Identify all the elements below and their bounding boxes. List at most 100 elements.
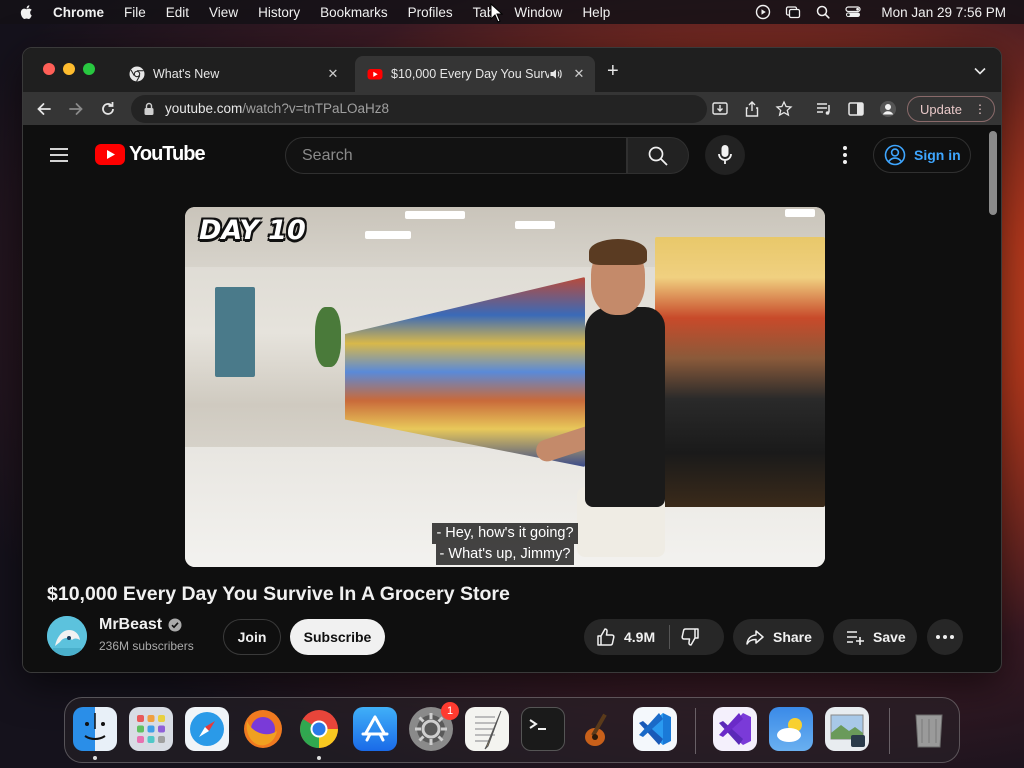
youtube-icon [367,69,383,80]
store-display [215,287,255,377]
thumbs-up-icon[interactable] [596,627,616,647]
channel-name[interactable]: MrBeast [99,616,182,634]
finder-icon[interactable] [73,707,117,751]
menu-window[interactable]: Window [514,5,562,20]
menubar-clock[interactable]: Mon Jan 29 7:56 PM [881,5,1006,20]
video-title: $10,000 Every Day You Survive In A Groce… [47,583,510,605]
chrome-dock-icon[interactable] [297,707,341,751]
window-zoom-button[interactable] [83,63,95,75]
microphone-icon [718,145,732,164]
channel-name-text: MrBeast [99,616,163,633]
join-button[interactable]: Join [223,619,281,655]
like-dislike-group: 4.9M [584,619,724,655]
more-horizontal-icon [936,635,954,639]
sign-in-button[interactable]: Sign in [873,137,971,173]
screen-mirror-icon[interactable] [785,4,801,20]
channel-avatar[interactable] [47,616,87,656]
mouse-cursor-icon [490,3,504,23]
save-button[interactable]: Save [833,619,917,655]
menu-bookmarks[interactable]: Bookmarks [320,5,388,20]
garageband-icon[interactable] [577,707,621,751]
share-button[interactable]: Share [733,619,824,655]
window-minimize-button[interactable] [63,63,75,75]
side-panel-icon[interactable] [847,100,865,118]
audio-playing-icon[interactable] [549,67,563,81]
voice-search-button[interactable] [705,135,745,175]
thumbs-down-icon[interactable] [680,627,700,647]
safari-icon[interactable] [185,707,229,751]
forward-arrow-icon[interactable] [67,100,85,118]
subscribe-button[interactable]: Subscribe [290,619,385,655]
app-store-icon[interactable] [353,707,397,751]
page-scrollbar[interactable] [989,131,997,215]
trash-icon[interactable] [907,707,951,751]
hamburger-menu-icon[interactable] [49,147,69,163]
notification-badge: 1 [441,702,459,720]
running-indicator [317,756,321,760]
menu-history[interactable]: History [258,5,300,20]
site-info-icon[interactable] [143,102,155,116]
bookmark-star-icon[interactable] [775,100,793,118]
url-domain: youtube.com [165,101,243,116]
like-count[interactable]: 4.9M [624,629,655,645]
back-arrow-icon[interactable] [35,100,53,118]
share-arrow-icon [746,630,764,645]
like-divider [669,625,671,649]
chrome-icon [129,66,145,82]
control-center-icon[interactable] [845,4,862,20]
spotlight-search-icon[interactable] [815,4,831,20]
store-plant [315,307,341,367]
terminal-icon[interactable] [521,707,565,751]
more-actions-button[interactable] [927,619,963,655]
ceiling-light [515,221,555,229]
vscode-icon[interactable] [633,707,677,751]
menu-help[interactable]: Help [582,5,610,20]
firefox-icon[interactable] [241,707,285,751]
dock-separator [695,708,696,754]
tab-whats-new[interactable]: What's New ✕ [117,56,349,92]
share-label: Share [773,629,812,645]
search-icon [648,146,668,166]
tab-youtube-video[interactable]: $10,000 Every Day You Survive In A Groce… [355,56,595,92]
ceiling-light [405,211,465,219]
visual-studio-icon[interactable] [713,707,757,751]
save-playlist-icon [847,631,864,645]
tab-close-icon[interactable]: ✕ [323,66,343,82]
search-button[interactable] [627,137,689,174]
tab-search-chevron-icon[interactable] [973,66,987,76]
share-page-icon[interactable] [743,100,761,118]
address-bar[interactable]: youtube.com/watch?v=tnTPaLOaHz8 [131,95,707,123]
save-label: Save [873,629,906,645]
tab-close-icon[interactable]: ✕ [569,66,589,82]
launchpad-icon[interactable] [129,707,173,751]
update-label: Update [920,101,962,117]
menu-app-name[interactable]: Chrome [53,5,104,20]
menu-profiles[interactable]: Profiles [408,5,453,20]
menu-edit[interactable]: Edit [166,5,189,20]
ceiling-light [365,231,411,239]
reload-icon[interactable] [99,100,117,118]
menu-file[interactable]: File [124,5,146,20]
profile-avatar-icon[interactable] [879,100,897,118]
textedit-icon[interactable] [465,707,509,751]
apple-menu-icon[interactable] [19,4,35,20]
youtube-logo[interactable]: YouTube [95,143,206,166]
chrome-menu-icon[interactable]: ⋮ [974,102,986,116]
dock: 1 [64,697,960,763]
new-tab-button[interactable]: + [607,61,619,81]
settings-kebab-icon[interactable] [835,145,855,165]
install-app-icon[interactable] [711,100,729,118]
video-player[interactable]: DAY 10 - Hey, how's it going? - What's u… [185,207,825,567]
preview-icon[interactable] [825,707,869,751]
menu-view[interactable]: View [209,5,238,20]
weather-icon[interactable] [769,707,813,751]
caption-line-1: - Hey, how's it going? [432,523,578,544]
play-circle-icon[interactable] [755,4,771,20]
window-close-button[interactable] [43,63,55,75]
media-controls-icon[interactable] [815,100,833,118]
tab-title: What's New [153,67,220,81]
verified-badge-icon [168,618,182,632]
search-input[interactable]: Search [285,137,627,174]
browser-toolbar: youtube.com/watch?v=tnTPaLOaHz8 Update ⋮ [23,92,1001,126]
update-button[interactable]: Update ⋮ [907,96,995,122]
